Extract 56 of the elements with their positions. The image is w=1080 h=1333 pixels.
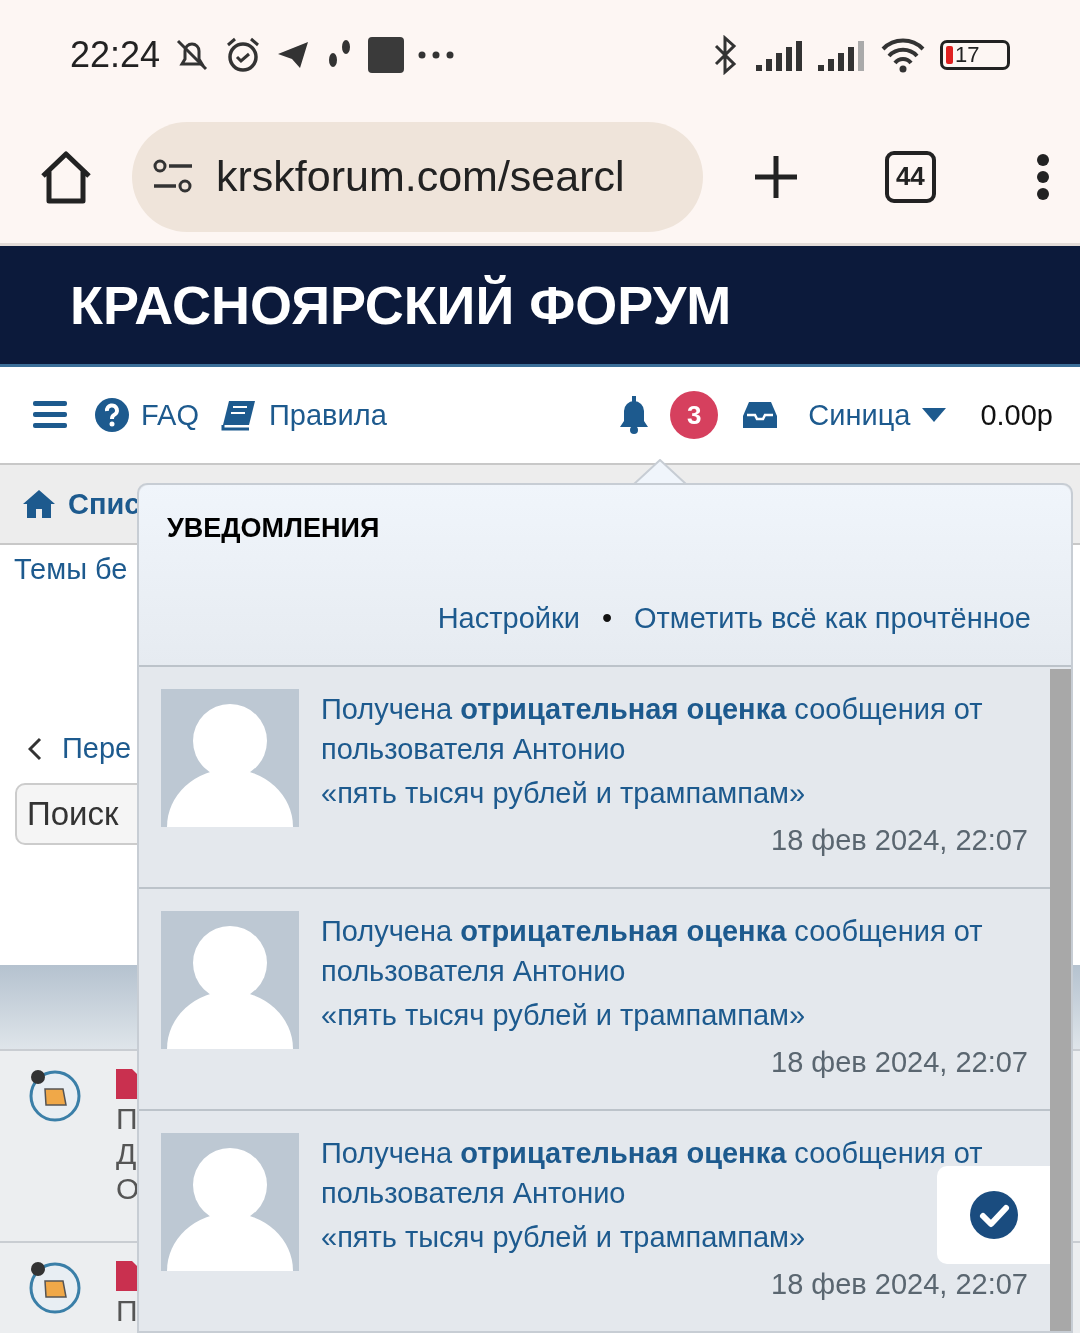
forum-icon	[28, 1069, 82, 1123]
address-bar[interactable]: krskforum.com/searcl	[132, 121, 703, 232]
faq-link[interactable]: FAQ	[95, 398, 199, 432]
topic-text: О	[116, 1173, 140, 1204]
avatar-icon	[161, 689, 299, 827]
inbox-icon[interactable]	[742, 400, 779, 430]
status-time: 22:24	[70, 34, 161, 76]
notification-time: 18 фев 2024, 22:07	[771, 824, 1028, 857]
settings-link[interactable]: Настройки	[437, 602, 580, 635]
rules-link[interactable]: Правила	[221, 398, 387, 432]
forum-icon	[28, 1261, 82, 1315]
wifi-icon	[880, 37, 926, 73]
panel-title: УВЕДОМЛЕНИЯ	[167, 513, 381, 544]
post-title: «пять тысяч рублей и трампампам»	[321, 1221, 807, 1254]
avatar-icon	[161, 1133, 299, 1271]
post-title: «пять тысяч рублей и трампампам»	[321, 999, 807, 1032]
check-icon	[969, 1191, 1018, 1239]
notification-time: 18 фев 2024, 22:07	[771, 1268, 1028, 1301]
menu-icon[interactable]	[33, 401, 67, 429]
battery-indicator: 17	[940, 40, 1010, 70]
notification-item[interactable]: Получена отрицательная оценка сообщения от пользователя Антонио «пять тысяч рублей и трампампам» 18 фев 2024, 22:07	[139, 889, 1050, 1111]
mark-all-read-link[interactable]: Отметить всё как прочтённое	[634, 602, 1031, 635]
post-title: «пять тысяч рублей и трампампам»	[321, 777, 807, 810]
balance: 0.00р	[980, 398, 1053, 432]
book-icon	[221, 399, 257, 431]
scrollbar[interactable]	[1050, 669, 1071, 1331]
back-link[interactable]: Пере	[28, 732, 132, 765]
menu-icon[interactable]	[1036, 153, 1050, 200]
tab-count-button[interactable]: 44	[884, 150, 936, 203]
caret-icon	[922, 408, 947, 422]
question-icon	[95, 398, 129, 432]
user-menu[interactable]: Синица	[808, 398, 947, 432]
signal-icon	[756, 39, 804, 71]
notification-item[interactable]: Получена отрицательная оценка сообщения от пользователя Антонио «пять тысяч рублей и трампампам» 18 фев 2024, 22:07	[139, 667, 1050, 889]
chevron-left-icon	[28, 736, 42, 761]
file-icon	[116, 1261, 140, 1291]
notification-badge: 3	[670, 391, 719, 439]
notification-text: Получена отрицательная оценка сообщения от пользователя Антонио	[321, 1136, 984, 1211]
notification-text: Получена отрицательная оценка сообщения от пользователя Антонио	[321, 692, 984, 767]
notification-text: Получена отрицательная оценка сообщения от пользователя Антонио	[321, 914, 984, 989]
file-icon	[116, 1069, 140, 1099]
square-icon	[368, 37, 405, 73]
separator-dot: •	[601, 602, 613, 635]
topic-text: П	[116, 1103, 139, 1134]
home-icon[interactable]	[22, 489, 56, 519]
topic-text: П	[116, 1295, 139, 1326]
breadcrumb-link[interactable]: Спис	[68, 487, 141, 521]
page-subtitle: Темы бе	[14, 553, 128, 586]
paper-plane-icon	[276, 40, 311, 70]
signal-icon	[818, 39, 866, 71]
notification-time: 18 фев 2024, 22:07	[771, 1046, 1028, 1079]
avatar-icon	[161, 911, 299, 1049]
topic-text: Д	[116, 1138, 138, 1169]
more-icon	[418, 51, 455, 59]
plus-icon[interactable]	[752, 153, 799, 200]
site-title: КРАСНОЯРСКИЙ ФОРУМ	[70, 274, 732, 336]
